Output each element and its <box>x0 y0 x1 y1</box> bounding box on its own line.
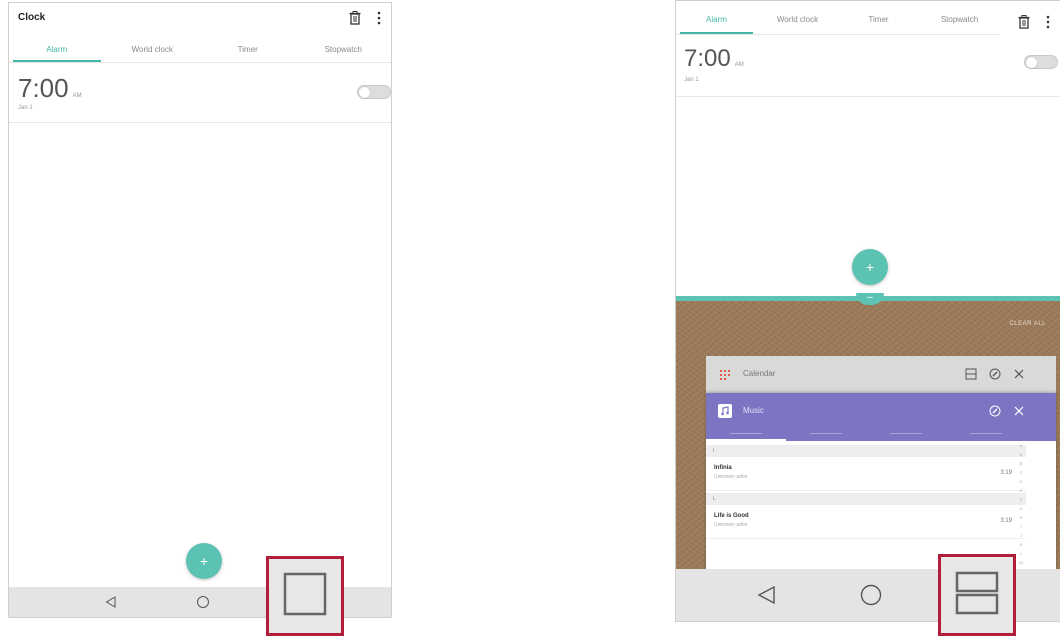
tab-bar: Alarm World clock Timer Stopwatch <box>676 9 1000 35</box>
pin-icon[interactable] <box>988 404 1002 418</box>
song-duration: 3:19 <box>1000 470 1012 476</box>
music-tab[interactable] <box>706 427 786 441</box>
app-title: Clock <box>18 12 46 23</box>
app-bar: Clock <box>9 3 391 33</box>
calendar-app-icon <box>718 367 732 381</box>
index-letter[interactable]: L <box>1018 549 1024 558</box>
recent-apps-panel: CLEAR ALL Calendar Music I Infinia Unkno… <box>676 301 1060 621</box>
music-tab[interactable] <box>786 427 866 441</box>
card-header: Music <box>706 393 1056 441</box>
tab-world-clock[interactable]: World clock <box>757 9 838 34</box>
alarm-time: 7:00 AM <box>18 73 82 103</box>
back-triangle-icon[interactable] <box>103 595 119 609</box>
song-artist: Unknown artist <box>714 522 748 528</box>
index-letter[interactable]: A <box>1018 450 1024 459</box>
index-letter[interactable]: I <box>1018 522 1024 531</box>
music-tab[interactable] <box>946 427 1026 441</box>
song-title: Infinia <box>714 465 732 471</box>
more-vert-icon[interactable] <box>1040 13 1056 31</box>
split-screen-button-highlight[interactable] <box>938 554 1016 636</box>
tab-alarm[interactable]: Alarm <box>676 9 757 34</box>
tab-timer[interactable]: Timer <box>200 39 296 62</box>
pin-icon[interactable] <box>988 367 1002 381</box>
alarm-item[interactable]: 7:00 AM Jan 1 <box>676 37 1060 97</box>
section-header: L <box>706 493 1026 505</box>
index-letter[interactable]: K <box>1018 540 1024 549</box>
close-icon[interactable] <box>1012 404 1026 418</box>
song-row[interactable]: Life is Good Unknown artist 3:19 <box>706 505 1026 539</box>
index-letter[interactable]: # <box>1018 441 1024 450</box>
tab-bar: Alarm World clock Timer Stopwatch <box>9 39 391 63</box>
square-icon <box>283 572 327 621</box>
trash-icon[interactable] <box>1016 13 1032 31</box>
song-row[interactable]: Infinia Unknown artist 3:19 <box>706 457 1026 491</box>
split-view-icon[interactable] <box>964 367 978 381</box>
card-title: Music <box>743 406 764 415</box>
add-alarm-button[interactable]: + <box>852 249 888 285</box>
index-letter[interactable]: E <box>1018 486 1024 495</box>
index-letter[interactable]: C <box>1018 468 1024 477</box>
back-triangle-icon[interactable] <box>754 583 780 607</box>
alarm-toggle[interactable] <box>1024 55 1058 69</box>
card-header: Calendar <box>706 356 1056 394</box>
split-screen-icon <box>953 569 1001 622</box>
add-alarm-button[interactable]: + <box>186 543 222 579</box>
close-icon[interactable] <box>1012 367 1026 381</box>
music-tab[interactable] <box>866 427 946 441</box>
song-artist: Unknown artist <box>714 474 748 480</box>
alarm-ampm: AM <box>72 93 82 99</box>
alarm-toggle[interactable] <box>357 85 391 99</box>
recent-card-calendar[interactable]: Calendar <box>706 356 1056 394</box>
music-tabs <box>706 427 1026 441</box>
right-phone-screen: Alarm World clock Timer Stopwatch 7:00 AM… <box>675 0 1060 622</box>
home-circle-icon[interactable] <box>195 595 211 609</box>
alarm-date: Jan 1 <box>18 105 33 111</box>
tab-stopwatch[interactable]: Stopwatch <box>296 39 392 62</box>
tab-stopwatch[interactable]: Stopwatch <box>919 9 1000 34</box>
song-title: Life is Good <box>714 513 749 519</box>
clear-all-button[interactable]: CLEAR ALL <box>1009 321 1046 327</box>
more-vert-icon[interactable] <box>371 9 387 27</box>
music-app-icon <box>718 404 732 418</box>
alarm-ampm: AM <box>734 62 744 68</box>
home-circle-icon[interactable] <box>858 583 884 607</box>
alarm-item[interactable]: 7:00 AM Jan 1 <box>9 65 391 123</box>
index-letter[interactable]: F <box>1018 495 1024 504</box>
alarm-time: 7:00 AM <box>684 45 744 72</box>
index-letter[interactable]: D <box>1018 477 1024 486</box>
tab-timer[interactable]: Timer <box>838 9 919 34</box>
index-letter[interactable]: H <box>1018 513 1024 522</box>
song-duration: 3:19 <box>1000 518 1012 524</box>
index-letter[interactable]: J <box>1018 531 1024 540</box>
alarm-date: Jan 1 <box>684 77 699 83</box>
card-title: Calendar <box>743 369 776 378</box>
left-phone-screen: Clock Alarm World clock Timer Stopwatch … <box>8 2 392 618</box>
index-letter[interactable]: B <box>1018 459 1024 468</box>
trash-icon[interactable] <box>347 9 363 27</box>
index-letter[interactable]: M <box>1018 558 1024 567</box>
index-letter[interactable]: G <box>1018 504 1024 513</box>
overview-button-highlight[interactable] <box>266 556 344 636</box>
section-header: I <box>706 445 1026 457</box>
tab-world-clock[interactable]: World clock <box>105 39 201 62</box>
tab-alarm[interactable]: Alarm <box>9 39 105 62</box>
